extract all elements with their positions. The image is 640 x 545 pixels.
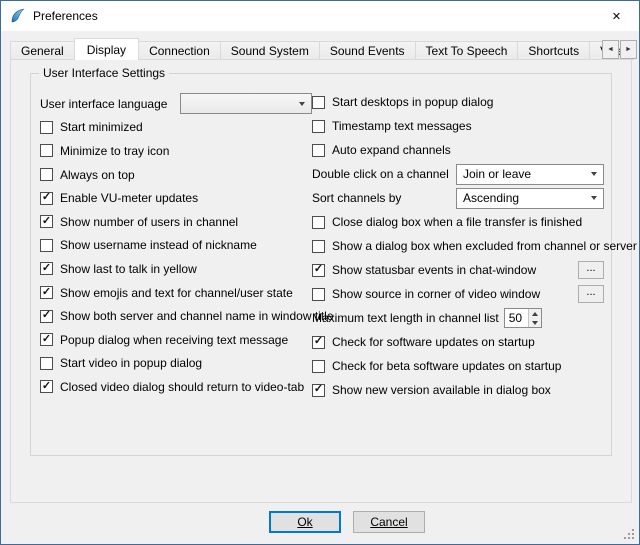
resize-grip-icon[interactable] [624, 529, 636, 541]
checkbox[interactable] [40, 168, 53, 181]
checkbox-check-beta-updates[interactable]: Check for beta software updates on start… [312, 354, 604, 378]
checkbox[interactable] [312, 336, 325, 349]
checkbox[interactable] [312, 144, 325, 157]
double-click-row: Double click on a channel Join or leave [312, 162, 604, 186]
language-select[interactable] [180, 93, 312, 114]
checkbox-new-version-dialog[interactable]: Show new version available in dialog box [312, 378, 604, 402]
double-click-select[interactable]: Join or leave [456, 164, 604, 185]
group-title: User Interface Settings [39, 66, 169, 80]
checkbox[interactable] [312, 360, 325, 373]
dialog-buttons: Ok Cancel [28, 511, 640, 533]
app-logo-icon [10, 8, 26, 24]
ok-button[interactable]: Ok [269, 511, 341, 533]
statusbar-events-row: Show statusbar events in chat-window ... [312, 258, 604, 282]
checkbox-video-popup[interactable]: Start video in popup dialog [40, 352, 312, 376]
ui-settings-group: User Interface Settings User interface l… [30, 73, 612, 456]
double-click-value: Join or leave [463, 167, 531, 181]
checkbox[interactable] [312, 384, 325, 397]
checkbox[interactable] [40, 357, 53, 370]
checkbox[interactable] [312, 216, 325, 229]
checkbox-auto-expand[interactable]: Auto expand channels [312, 138, 604, 162]
checkbox-close-on-transfer[interactable]: Close dialog box when a file transfer is… [312, 210, 604, 234]
title-bar[interactable]: Preferences ✕ [1, 1, 639, 31]
checkbox[interactable] [40, 239, 53, 252]
checkbox[interactable] [40, 215, 53, 228]
chevron-down-icon [591, 196, 597, 200]
checkbox[interactable] [40, 286, 53, 299]
cancel-button[interactable]: Cancel [353, 511, 425, 533]
tab-sound-system[interactable]: Sound System [220, 41, 320, 60]
tab-text-to-speech[interactable]: Text To Speech [415, 41, 519, 60]
tab-shortcuts[interactable]: Shortcuts [517, 41, 590, 60]
checkbox-vu-meter[interactable]: Enable VU-meter updates [40, 186, 312, 210]
display-tab-pane: User Interface Settings User interface l… [10, 59, 632, 503]
sort-channels-select[interactable]: Ascending [456, 188, 604, 209]
preferences-dialog: Preferences ✕ General Display Connection… [0, 0, 640, 545]
checkbox-always-on-top[interactable]: Always on top [40, 163, 312, 187]
sort-channels-label: Sort channels by [312, 191, 401, 205]
sort-channels-row: Sort channels by Ascending [312, 186, 604, 210]
spin-up-icon[interactable] [529, 309, 541, 318]
max-text-length-label: Maximum text length in channel list [312, 311, 499, 325]
checkbox-show-user-count[interactable]: Show number of users in channel [40, 210, 312, 234]
language-row: User interface language [40, 92, 312, 116]
tab-general[interactable]: General [10, 41, 75, 60]
checkbox-server-channel-title[interactable]: Show both server and channel name in win… [40, 304, 312, 328]
checkbox[interactable] [40, 262, 53, 275]
video-source-row: Show source in corner of video window ..… [312, 282, 604, 306]
double-click-label: Double click on a channel [312, 167, 449, 181]
close-icon: ✕ [612, 10, 621, 23]
checkbox[interactable] [40, 310, 53, 323]
checkbox-timestamp-messages[interactable]: Timestamp text messages [312, 114, 604, 138]
checkbox[interactable] [312, 96, 325, 109]
checkbox-show-username[interactable]: Show username instead of nickname [40, 234, 312, 258]
max-text-length-row: Maximum text length in channel list 50 [312, 306, 604, 330]
checkbox-closed-video-return[interactable]: Closed video dialog should return to vid… [40, 375, 312, 399]
checkbox-popup-text-message[interactable]: Popup dialog when receiving text message [40, 328, 312, 352]
checkbox[interactable] [40, 192, 53, 205]
checkbox[interactable] [312, 120, 325, 133]
checkbox[interactable] [40, 144, 53, 157]
tab-scroll-right-icon[interactable]: ► [620, 40, 637, 59]
checkbox[interactable] [312, 240, 325, 253]
checkbox-excluded-dialog[interactable]: Show a dialog box when excluded from cha… [312, 234, 604, 258]
tab-sound-events[interactable]: Sound Events [319, 41, 416, 60]
window-title: Preferences [33, 9, 98, 23]
video-source-more-button[interactable]: ... [578, 285, 604, 303]
tab-display[interactable]: Display [74, 38, 139, 60]
sort-channels-value: Ascending [463, 191, 519, 205]
spinner-buttons [528, 309, 541, 327]
max-text-length-spinner[interactable]: 50 [504, 308, 542, 328]
right-column: Start desktops in popup dialog Timestamp… [312, 90, 604, 402]
language-label: User interface language [40, 97, 167, 111]
spinner-value: 50 [505, 309, 528, 327]
statusbar-events-more-button[interactable]: ... [578, 261, 604, 279]
checkbox-last-talk-yellow[interactable]: Show last to talk in yellow [40, 257, 312, 281]
checkbox[interactable] [312, 264, 325, 277]
checkbox[interactable] [40, 380, 53, 393]
checkbox-show-emojis[interactable]: Show emojis and text for channel/user st… [40, 281, 312, 305]
tab-scroll-buttons: ◄ ► [601, 40, 637, 59]
checkbox-check-updates[interactable]: Check for software updates on startup [312, 330, 604, 354]
chevron-down-icon [299, 102, 305, 106]
chevron-down-icon [591, 172, 597, 176]
checkbox[interactable] [40, 333, 53, 346]
checkbox[interactable] [312, 288, 325, 301]
tab-strip: General Display Connection Sound System … [10, 38, 634, 60]
checkbox-desktops-popup[interactable]: Start desktops in popup dialog [312, 90, 604, 114]
checkbox-start-minimized[interactable]: Start minimized [40, 116, 312, 140]
tab-connection[interactable]: Connection [138, 41, 221, 60]
tab-scroll-left-icon[interactable]: ◄ [602, 40, 619, 59]
close-button[interactable]: ✕ [594, 2, 639, 31]
checkbox[interactable] [40, 121, 53, 134]
spin-down-icon[interactable] [529, 318, 541, 327]
checkbox-minimize-to-tray[interactable]: Minimize to tray icon [40, 139, 312, 163]
left-column: User interface language Start minimized … [40, 92, 312, 399]
